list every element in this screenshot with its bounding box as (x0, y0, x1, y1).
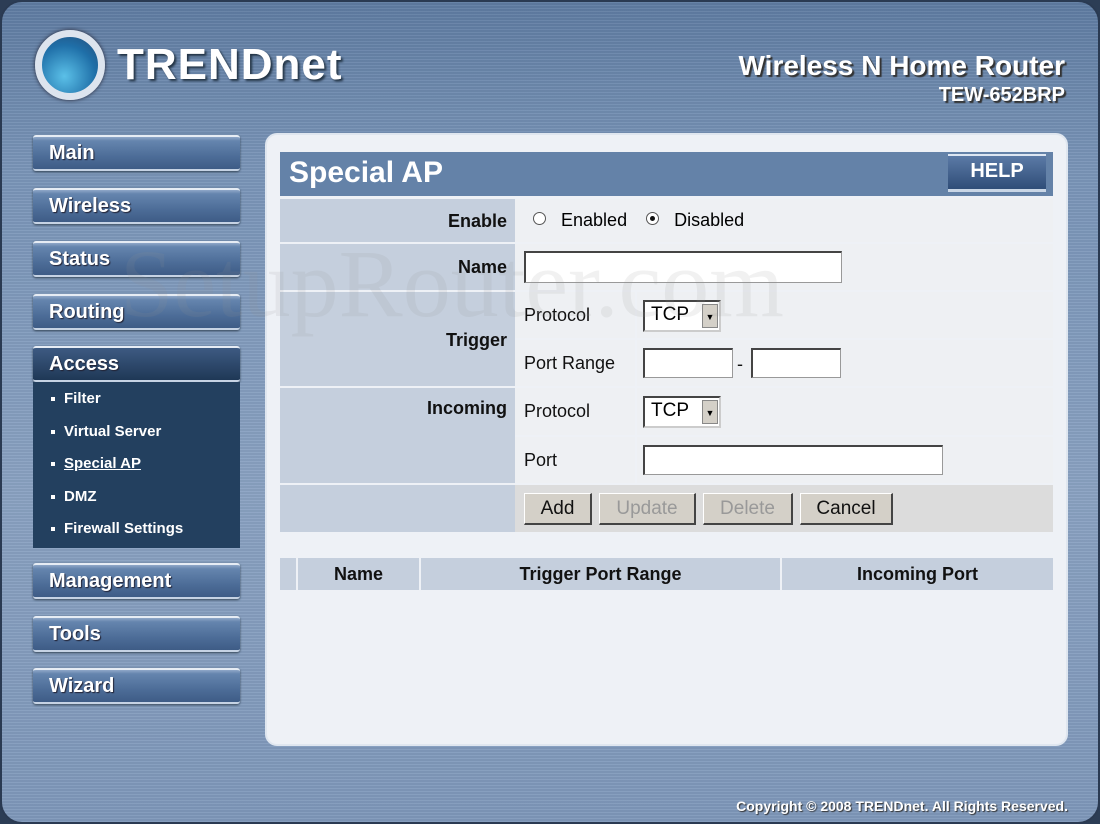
disabled-option-label: Disabled (674, 210, 745, 230)
page-title: Special AP (280, 152, 1053, 196)
name-input[interactable] (524, 251, 842, 283)
nav-wizard[interactable]: Wizard (33, 668, 240, 704)
nav-status[interactable]: Status (33, 241, 240, 277)
help-button[interactable]: HELP (948, 154, 1046, 192)
enable-row: Enabled Disabled (515, 199, 1053, 242)
label: Filter (64, 390, 101, 407)
port-range-end-input[interactable] (751, 348, 841, 378)
label: Special AP (64, 455, 141, 472)
cancel-button[interactable]: Cancel (800, 493, 893, 525)
nav-wireless[interactable]: Wireless (33, 188, 240, 224)
bullet-icon (51, 397, 55, 402)
port-input[interactable] (643, 445, 943, 475)
label: Firewall Settings (64, 520, 184, 537)
name-label: Name (280, 244, 515, 290)
submenu-special-ap[interactable]: Special AP (51, 455, 240, 488)
brand-name: TRENDnet (117, 40, 343, 89)
chevron-down-icon: ▼ (702, 304, 718, 328)
table-header-name: Name (298, 558, 421, 590)
submenu-firewall-settings[interactable]: Firewall Settings (51, 520, 240, 553)
submenu-filter[interactable]: Filter (51, 390, 240, 423)
product-title: Wireless N Home Router TEW-652BRP (739, 50, 1066, 107)
access-submenu: Filter Virtual Server Special AP DMZ Fir… (33, 382, 240, 548)
bullet-icon (51, 429, 55, 434)
incoming-protocol-select[interactable]: TCP ▼ (643, 396, 721, 428)
disabled-radio[interactable] (646, 212, 660, 225)
product-name: Wireless N Home Router (738, 50, 1066, 81)
selected-value: TCP (651, 400, 689, 421)
chevron-down-icon: ▼ (702, 400, 718, 424)
nav-main[interactable]: Main (33, 135, 240, 171)
globe-icon (35, 30, 105, 100)
incoming-protocol-label: Protocol (515, 388, 635, 435)
delete-button[interactable]: Delete (703, 493, 793, 525)
table-header-select (280, 558, 298, 590)
submenu-virtual-server[interactable]: Virtual Server (51, 423, 240, 456)
update-button[interactable]: Update (599, 493, 696, 525)
model-number: TEW-652BRP (938, 84, 1065, 106)
port-range-start-input[interactable] (643, 348, 733, 378)
label: Virtual Server (64, 422, 162, 440)
label: DMZ (64, 487, 97, 505)
table-header-incoming-port: Incoming Port (782, 558, 1053, 590)
trigger-protocol-select[interactable]: TCP ▼ (643, 300, 721, 332)
add-button[interactable]: Add (524, 493, 592, 525)
port-label: Port (515, 437, 635, 483)
button-row-label (280, 485, 515, 532)
incoming-label: Incoming (280, 388, 515, 483)
enabled-option-label: Enabled (561, 210, 628, 230)
submenu-dmz[interactable]: DMZ (51, 488, 240, 521)
copyright: Copyright © 2008 TRENDnet. All Rights Re… (736, 798, 1068, 814)
nav-routing[interactable]: Routing (33, 294, 240, 330)
bullet-icon (51, 462, 55, 467)
nav-management[interactable]: Management (33, 563, 240, 599)
bullet-icon (51, 494, 55, 499)
trendnet-logo: TRENDnet (35, 30, 343, 100)
trigger-label: Trigger (280, 292, 515, 386)
enabled-radio[interactable] (533, 212, 546, 225)
trigger-protocol-label: Protocol (515, 292, 635, 338)
nav-tools[interactable]: Tools (33, 616, 240, 652)
port-range-label: Port Range (515, 340, 635, 386)
bullet-icon (51, 527, 55, 532)
port-range-separator: - (737, 354, 743, 374)
enable-label: Enable (280, 199, 515, 242)
selected-value: TCP (651, 304, 689, 325)
nav-access[interactable]: Access (33, 346, 240, 382)
table-header-trigger-port-range: Trigger Port Range (421, 558, 782, 590)
